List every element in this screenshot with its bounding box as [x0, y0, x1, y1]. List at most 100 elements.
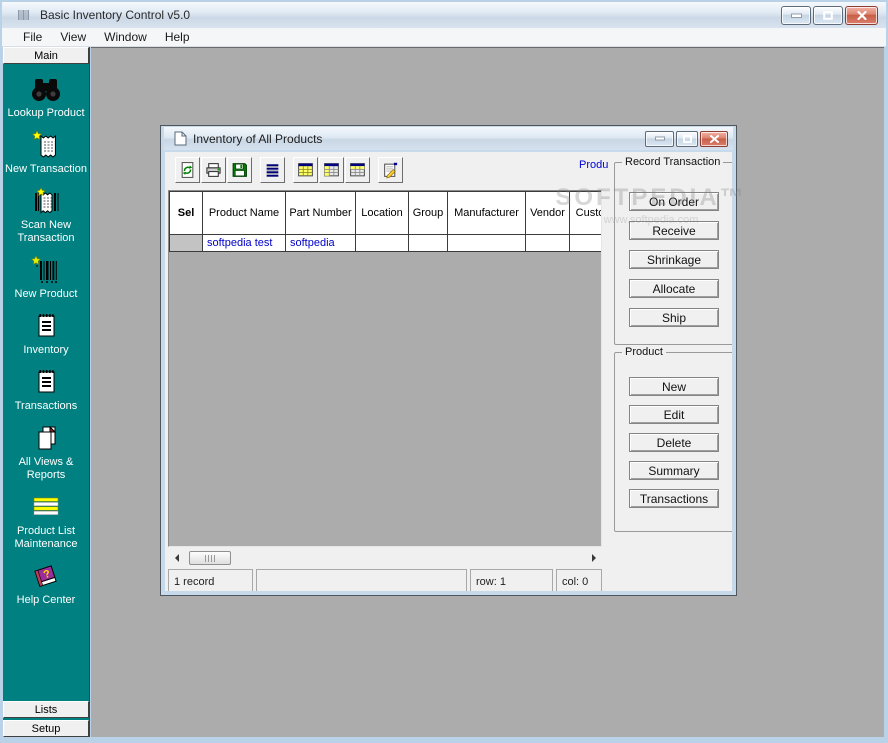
- table-header-row: Sel Product Name Part Number Location Gr…: [170, 192, 603, 235]
- product-group-title: Product: [622, 346, 666, 358]
- properties-button[interactable]: [378, 157, 403, 183]
- sidebar-item-label: All Views & Reports: [3, 456, 89, 482]
- notepad-icon: [30, 310, 62, 342]
- striped-list-icon: [30, 491, 62, 523]
- sidebar-item-label: Transactions: [15, 400, 78, 413]
- sidebar-tab-setup[interactable]: Setup: [3, 720, 89, 737]
- close-icon: [710, 135, 719, 143]
- help-book-icon: ?: [30, 560, 62, 592]
- cell-location[interactable]: [356, 235, 409, 252]
- products-table-region: Sel Product Name Part Number Location Gr…: [168, 190, 602, 547]
- cell-customer[interactable]: [570, 235, 603, 252]
- table-row[interactable]: softpedia test softpedia: [170, 235, 603, 252]
- documents-icon: [30, 422, 62, 454]
- sidebar-item-new-product[interactable]: New Product: [3, 254, 89, 301]
- child-maximize-button[interactable]: [676, 131, 698, 147]
- barcode-new-icon: [30, 254, 62, 286]
- horizontal-scrollbar[interactable]: [168, 550, 602, 566]
- grid-view-yellow-button[interactable]: [293, 157, 318, 183]
- row-selector-cell[interactable]: [170, 235, 203, 252]
- child-close-button[interactable]: [700, 131, 728, 147]
- mdi-workspace: Inventory of All Products: [91, 47, 884, 737]
- grid-view-mixed-button[interactable]: [345, 157, 370, 183]
- record-transaction-group-title: Record Transaction: [622, 156, 723, 168]
- shrinkage-button[interactable]: Shrinkage: [629, 250, 719, 269]
- sidebar-item-label: Help Center: [17, 594, 76, 607]
- ship-button[interactable]: Ship: [629, 308, 719, 327]
- col-header-vendor[interactable]: Vendor: [526, 192, 570, 235]
- allocate-button[interactable]: Allocate: [629, 279, 719, 298]
- sidebar-tab-main[interactable]: Main: [3, 47, 89, 64]
- grid-plain-icon: [323, 161, 340, 179]
- scrollbar-thumb[interactable]: [189, 551, 231, 565]
- col-header-location[interactable]: Location: [356, 192, 409, 235]
- cell-group[interactable]: [409, 235, 448, 252]
- edit-button[interactable]: Edit: [629, 405, 719, 424]
- menu-file[interactable]: File: [14, 30, 51, 44]
- menu-bar: File View Window Help: [2, 28, 886, 47]
- cell-product-name[interactable]: softpedia test: [203, 235, 286, 252]
- sidebar-item-transactions[interactable]: Transactions: [3, 366, 89, 413]
- inventory-window-titlebar[interactable]: Inventory of All Products: [164, 127, 733, 150]
- maximize-button[interactable]: [813, 6, 843, 25]
- menu-view[interactable]: View: [51, 30, 95, 44]
- transactions-button[interactable]: Transactions: [629, 489, 719, 508]
- save-icon: [231, 161, 248, 179]
- sidebar-item-label: Inventory: [23, 344, 68, 357]
- refresh-button[interactable]: [175, 157, 200, 183]
- list-view-button[interactable]: [260, 157, 285, 183]
- col-header-group[interactable]: Group: [409, 192, 448, 235]
- grid-top-yellow-icon: [349, 161, 366, 179]
- sidebar-item-lookup-product[interactable]: Lookup Product: [3, 73, 89, 120]
- inventory-window-title: Inventory of All Products: [193, 132, 322, 146]
- maximize-icon: [683, 135, 692, 143]
- print-icon: [205, 161, 222, 179]
- new-button[interactable]: New: [629, 377, 719, 396]
- scroll-right-arrow-icon[interactable]: [586, 550, 602, 566]
- menu-help[interactable]: Help: [156, 30, 199, 44]
- summary-button[interactable]: Summary: [629, 461, 719, 480]
- sidebar-item-all-views-reports[interactable]: All Views & Reports: [3, 422, 89, 482]
- col-header-customer[interactable]: Customer: [570, 192, 603, 235]
- cell-part-number[interactable]: softpedia: [286, 235, 356, 252]
- notepad-icon: [30, 366, 62, 398]
- child-minimize-button[interactable]: [645, 131, 674, 147]
- sidebar-item-product-list-maintenance[interactable]: Product List Maintenance: [3, 491, 89, 551]
- close-button[interactable]: [845, 6, 878, 25]
- sidebar-item-help-center[interactable]: ? Help Center: [3, 560, 89, 607]
- status-message: [256, 569, 467, 591]
- grid-view-plain-button[interactable]: [319, 157, 344, 183]
- save-button[interactable]: [227, 157, 252, 183]
- sidebar-tab-lists[interactable]: Lists: [3, 701, 89, 718]
- status-row: row: 1: [470, 569, 553, 591]
- sidebar-item-new-transaction[interactable]: New Transaction: [3, 129, 89, 176]
- print-button[interactable]: [201, 157, 226, 183]
- main-titlebar: Basic Inventory Control v5.0: [2, 2, 886, 28]
- col-header-sel[interactable]: Sel: [170, 192, 203, 235]
- close-icon: [857, 11, 867, 20]
- scroll-left-arrow-icon[interactable]: [168, 550, 184, 566]
- inventory-window: Inventory of All Products: [160, 125, 737, 596]
- receive-button[interactable]: Receive: [629, 221, 719, 240]
- col-header-manufacturer[interactable]: Manufacturer: [448, 192, 526, 235]
- sidebar: Main Lookup Product New Transaction Scan…: [3, 47, 90, 737]
- minimize-icon: [791, 13, 802, 19]
- menu-window[interactable]: Window: [95, 30, 156, 44]
- sidebar-item-label: New Transaction: [5, 163, 87, 176]
- product-link-label[interactable]: Product: [579, 159, 608, 171]
- action-panel: Record Transaction On Order Receive Shri…: [614, 154, 732, 589]
- cell-vendor[interactable]: [526, 235, 570, 252]
- delete-button[interactable]: Delete: [629, 433, 719, 452]
- on-order-button[interactable]: On Order: [629, 192, 719, 211]
- record-transaction-group: Record Transaction On Order Receive Shri…: [614, 162, 732, 345]
- refresh-icon: [179, 161, 196, 179]
- maximize-icon: [823, 11, 833, 20]
- sidebar-item-inventory[interactable]: Inventory: [3, 310, 89, 357]
- col-header-part-number[interactable]: Part Number: [286, 192, 356, 235]
- sidebar-item-scan-new-transaction[interactable]: Scan New Transaction: [3, 185, 89, 245]
- col-header-product-name[interactable]: Product Name: [203, 192, 286, 235]
- cell-manufacturer[interactable]: [448, 235, 526, 252]
- window-title: Basic Inventory Control v5.0: [40, 8, 190, 22]
- minimize-button[interactable]: [781, 6, 811, 25]
- product-group: Product New Edit Delete Summary Transact…: [614, 352, 732, 532]
